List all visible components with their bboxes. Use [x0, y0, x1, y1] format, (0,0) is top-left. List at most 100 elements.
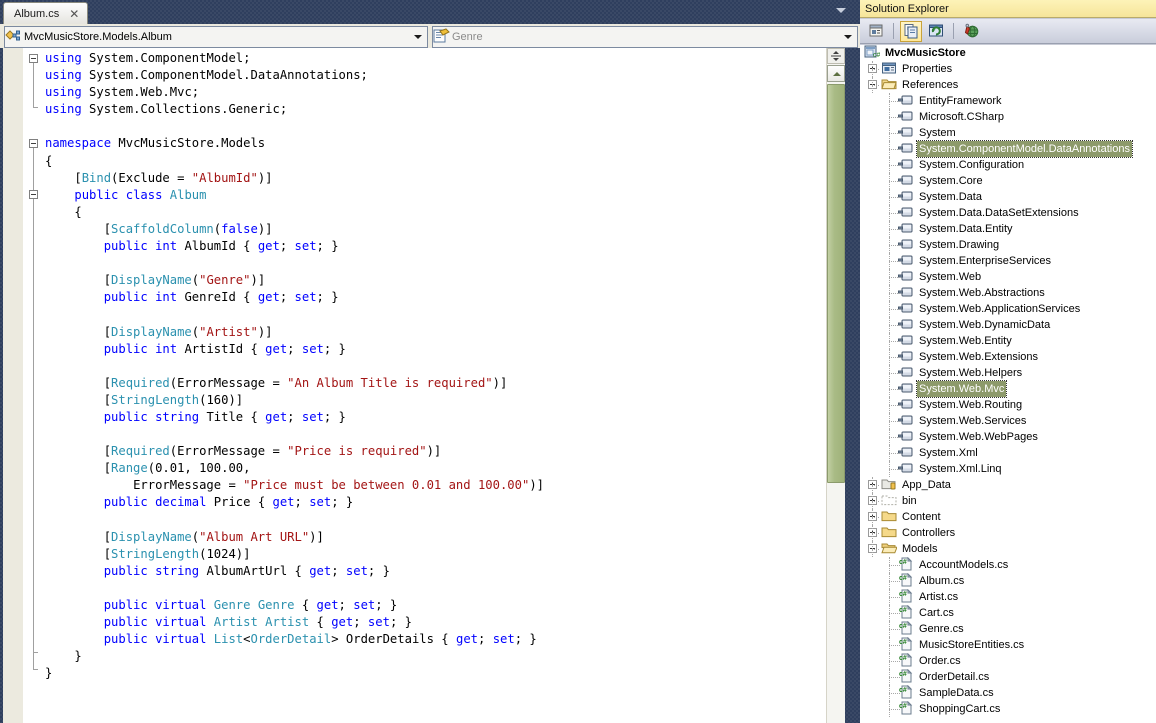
tree-item-system-xml[interactable]: System.Xml: [860, 445, 1156, 461]
assembly-icon: [898, 206, 914, 221]
tree-connector: [889, 429, 890, 445]
tree-connector: [889, 605, 890, 621]
tree-item-genre-cs[interactable]: c# Genre.cs: [860, 620, 1156, 637]
tree-connector: [889, 693, 900, 694]
tree-connector: [889, 709, 900, 710]
scroll-thumb[interactable]: [827, 84, 845, 483]
indicator-margin[interactable]: [3, 48, 23, 723]
tree-item-musicstoreentities-cs[interactable]: c# MusicStoreEntities.cs: [860, 636, 1156, 654]
tree-item-label: System.Web.WebPages: [919, 431, 1038, 443]
chevron-down-icon[interactable]: [414, 35, 422, 39]
tree-item-system-web-dynamicdata[interactable]: System.Web.DynamicData: [860, 317, 1156, 333]
refresh-icon[interactable]: [925, 21, 947, 42]
tree-item-label: App_Data: [902, 479, 951, 491]
tree-item-system-web[interactable]: System.Web: [860, 269, 1156, 285]
tree-item-properties[interactable]: Properties: [860, 61, 1156, 77]
tree-item-system-enterpriseservices[interactable]: System.EnterpriseServices: [860, 253, 1156, 269]
tree-item-cart-cs[interactable]: c# Cart.cs: [860, 604, 1156, 621]
outline-toggle-usings[interactable]: [29, 54, 38, 63]
tree-item-app-data[interactable]: App_Data: [860, 477, 1156, 493]
type-dropdown[interactable]: MvcMusicStore.Models.Album: [4, 26, 428, 48]
tree-item-system-web-helpers[interactable]: System.Web.Helpers: [860, 365, 1156, 381]
tree-item-orderdetail-cs[interactable]: c# OrderDetail.cs: [860, 668, 1156, 686]
tree-item-system-data-datasetextensions[interactable]: System.Data.DataSetExtensions: [860, 205, 1156, 221]
tree-connector: [889, 277, 900, 278]
tree-item-shoppingcart-cs[interactable]: c# ShoppingCart.cs: [860, 700, 1156, 717]
tree-item-label: Content: [902, 511, 941, 523]
tree-item-entityframework[interactable]: EntityFramework: [860, 93, 1156, 109]
member-list-icon: [433, 27, 450, 47]
globe-icon[interactable]: [960, 21, 982, 42]
csharp-file-icon: c#: [898, 572, 914, 590]
tree-item-system[interactable]: System: [860, 125, 1156, 141]
tree-item-bin[interactable]: bin: [860, 493, 1156, 509]
tree-item-system-web-applicationservices[interactable]: System.Web.ApplicationServices: [860, 301, 1156, 317]
tree-connector: [889, 389, 900, 390]
tree-connector: [889, 357, 900, 358]
show-all-files-icon[interactable]: [900, 20, 922, 42]
chevron-down-icon[interactable]: [844, 35, 852, 39]
tree-item-artist-cs[interactable]: c# Artist.cs: [860, 588, 1156, 605]
tree-connector: [872, 477, 873, 493]
tree-item-label: System.Web: [919, 271, 982, 283]
outline-toggle-namespace[interactable]: [29, 139, 38, 148]
tree-connector: [872, 485, 879, 486]
properties-icon[interactable]: [865, 21, 887, 42]
tree-item-system-core[interactable]: System.Core: [860, 173, 1156, 189]
scroll-split-button[interactable]: [827, 48, 845, 64]
tree-item-system-web-webpages[interactable]: System.Web.WebPages: [860, 429, 1156, 445]
editor-vertical-scrollbar[interactable]: [826, 48, 845, 723]
tree-connector: [889, 109, 890, 125]
tree-item-references[interactable]: References: [860, 77, 1156, 93]
member-dropdown[interactable]: Genre: [432, 26, 858, 48]
solution-explorer-toolbar: [860, 19, 1156, 44]
class-icon: [5, 28, 22, 47]
tree-item-accountmodels-cs[interactable]: c# AccountModels.cs: [860, 556, 1156, 573]
assembly-icon: [898, 222, 914, 237]
tree-item-system-xml-linq[interactable]: System.Xml.Linq: [860, 461, 1156, 477]
tree-connector: [889, 325, 900, 326]
tree-connector: [889, 261, 900, 262]
outlining-margin[interactable]: [23, 48, 45, 723]
tree-connector: [889, 653, 890, 669]
source-code[interactable]: using System.ComponentModel; using Syste…: [45, 50, 544, 682]
tree-item-album-cs[interactable]: c# Album.cs: [860, 572, 1156, 590]
tree-connector: [889, 701, 890, 717]
assembly-icon: [898, 238, 914, 253]
references-folder-icon: [881, 77, 897, 94]
tree-item-content[interactable]: Content: [860, 509, 1156, 525]
tree-item-system-configuration[interactable]: System.Configuration: [860, 157, 1156, 173]
tree-item-system-web-extensions[interactable]: System.Web.Extensions: [860, 349, 1156, 365]
outline-foot: [33, 652, 38, 653]
tree-item-system-web-services[interactable]: System.Web.Services: [860, 413, 1156, 429]
tree-item-controllers[interactable]: Controllers: [860, 525, 1156, 541]
tree-item-order-cs[interactable]: c# Order.cs: [860, 652, 1156, 669]
chevron-down-icon[interactable]: [836, 8, 846, 13]
tree-connector: [889, 645, 900, 646]
assembly-icon: [898, 94, 914, 109]
csharp-file-icon: c#: [898, 668, 914, 686]
scroll-up-button[interactable]: [827, 65, 845, 82]
tree-item-system-web-routing[interactable]: System.Web.Routing: [860, 397, 1156, 413]
close-tab-icon[interactable]: ✕: [69, 3, 79, 25]
tree-item-label: System.Web.Services: [919, 415, 1027, 427]
solution-explorer-tree[interactable]: c# MvcMusicStore Properties References Entit…: [860, 45, 1156, 723]
tree-item-system-componentmodel-dataannotations[interactable]: System.ComponentModel.DataAnnotations: [860, 140, 1156, 158]
outline-toggle-class[interactable]: [29, 190, 38, 199]
tree-item-system-data-entity[interactable]: System.Data.Entity: [860, 221, 1156, 237]
tree-item-system-web-abstractions[interactable]: System.Web.Abstractions: [860, 285, 1156, 301]
tree-item-microsoft-csharp[interactable]: Microsoft.CSharp: [860, 109, 1156, 125]
tree-item-label: System.Web.Mvc: [915, 380, 1008, 398]
tree-item-models[interactable]: Models: [860, 541, 1156, 557]
tree-item-sampledata-cs[interactable]: c# SampleData.cs: [860, 684, 1156, 701]
tree-item-system-data[interactable]: System.Data: [860, 189, 1156, 205]
csharp-file-icon: c#: [898, 636, 914, 654]
outline-foot: [33, 669, 38, 670]
tab-album-cs[interactable]: Album.cs ✕: [3, 2, 89, 25]
tree-connector: [872, 525, 873, 541]
tree-item-system-web-mvc[interactable]: System.Web.Mvc: [860, 380, 1156, 398]
tree-item-mvcmusicstore[interactable]: c# MvcMusicStore: [860, 45, 1156, 61]
tree-item-system-web-entity[interactable]: System.Web.Entity: [860, 333, 1156, 349]
code-surface[interactable]: using System.ComponentModel; using Syste…: [23, 48, 826, 723]
tree-item-system-drawing[interactable]: System.Drawing: [860, 237, 1156, 253]
